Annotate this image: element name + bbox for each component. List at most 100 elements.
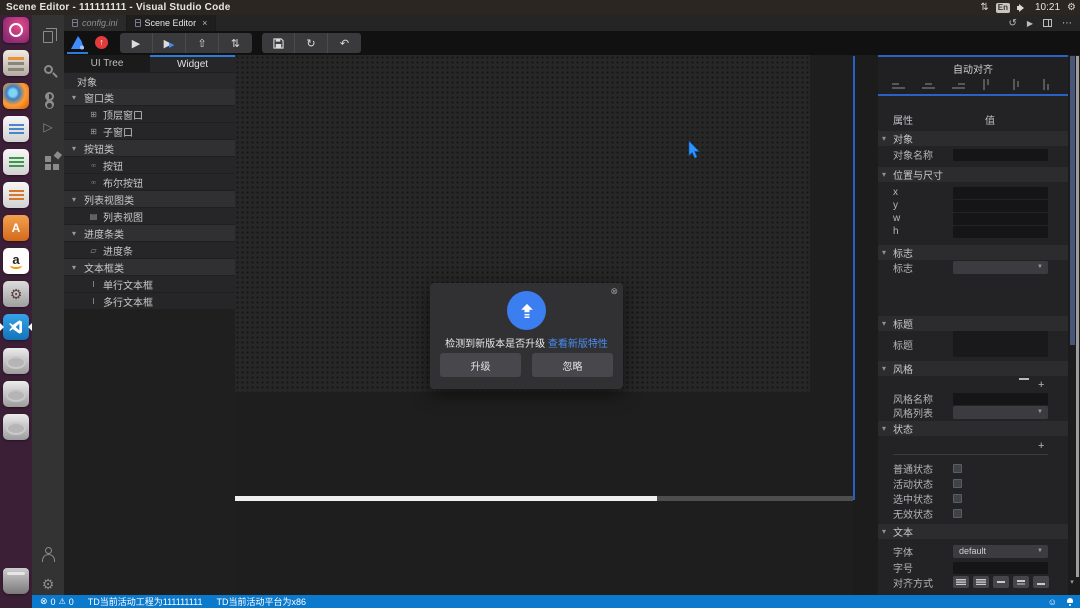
input-method-badge[interactable]: En — [996, 3, 1010, 13]
normal-state-checkbox[interactable] — [953, 464, 962, 473]
align-v-bottom-icon[interactable] — [1041, 79, 1054, 90]
undo-button[interactable]: ↶ — [328, 33, 361, 53]
explorer-icon[interactable] — [32, 23, 64, 51]
network-arrows-icon[interactable]: ⇅ — [980, 2, 988, 13]
more-actions-icon[interactable]: ⋯ — [1062, 18, 1072, 29]
tree-group-progressbars[interactable]: ▾进度条类 — [64, 225, 235, 241]
object-name-input[interactable] — [953, 149, 1048, 161]
disk-drive-icon[interactable] — [3, 381, 29, 407]
tree-item-child-window[interactable]: ⊞子窗口 — [64, 123, 235, 139]
settings-gear-icon[interactable]: ⚙ — [32, 570, 64, 598]
align-h-left-icon[interactable] — [892, 79, 905, 90]
tree-item-single-line-textbox[interactable]: I单行文本框 — [64, 276, 235, 292]
font-size-input[interactable] — [953, 562, 1048, 574]
disk-drive-icon[interactable] — [3, 414, 29, 440]
tree-item-bool-button[interactable]: ▫▫布尔按钮 — [64, 174, 235, 190]
notifications-bell-icon[interactable] — [1066, 598, 1074, 606]
files-icon[interactable] — [3, 50, 29, 76]
source-control-icon[interactable] — [32, 85, 64, 113]
split-editor-icon[interactable] — [1043, 19, 1052, 27]
scene-canvas[interactable]: ⊗ 检测到新版本是否升级 查看新版特性 升级 忽略 — [235, 55, 853, 595]
font-family-select[interactable]: default▼ — [953, 545, 1048, 558]
text-align-top-button[interactable] — [1013, 576, 1029, 588]
tab-config-ini[interactable]: config.ini — [64, 15, 127, 31]
selected-state-checkbox[interactable] — [953, 494, 962, 503]
tree-group-buttons[interactable]: ▾按钮类 — [64, 140, 235, 156]
dialog-close-icon[interactable]: ⊗ — [610, 286, 618, 297]
section-title-group[interactable]: ▾标题 — [878, 316, 1068, 331]
restart-icon[interactable]: ↺ — [1008, 18, 1016, 29]
add-state-button[interactable]: + — [1038, 441, 1044, 452]
add-style-button[interactable]: + — [1038, 380, 1044, 391]
panel-divider[interactable] — [853, 56, 855, 500]
firefox-icon[interactable] — [3, 83, 29, 109]
extensions-icon[interactable] — [32, 143, 64, 171]
run-icon[interactable]: ▶ — [1027, 19, 1033, 28]
scrollbar-down-arrow[interactable]: ▾ — [1068, 578, 1076, 588]
horizontal-scrollbar[interactable] — [235, 496, 853, 501]
text-align-middle-button[interactable] — [993, 576, 1009, 588]
text-align-bottom-button[interactable] — [1033, 576, 1049, 588]
text-align-left-button[interactable] — [953, 576, 969, 588]
align-v-middle-icon[interactable] — [1011, 79, 1024, 90]
disk-drive-icon[interactable] — [3, 348, 29, 374]
problems-indicator[interactable]: ⊗ 0 ⚠ 0 — [40, 596, 74, 607]
tab-widget[interactable]: Widget — [150, 55, 235, 72]
section-position-size[interactable]: ▾位置与尺寸 — [878, 167, 1068, 182]
tree-group-listviews[interactable]: ▾列表视图类 — [64, 191, 235, 207]
trash-icon[interactable] — [3, 568, 29, 594]
style-list-select[interactable]: ▼ — [953, 406, 1048, 419]
ignore-button[interactable]: 忽略 — [532, 353, 613, 377]
title-textarea[interactable] — [953, 331, 1048, 357]
y-input[interactable] — [953, 200, 1048, 212]
volume-icon[interactable] — [1017, 3, 1028, 13]
disabled-state-checkbox[interactable] — [953, 509, 962, 518]
account-icon[interactable] — [32, 540, 64, 568]
section-text[interactable]: ▾文本 — [878, 524, 1068, 539]
tree-item-multi-line-textbox[interactable]: I多行文本框 — [64, 293, 235, 309]
w-input[interactable] — [953, 213, 1048, 225]
debug-run-button[interactable]: ▶▶ — [153, 33, 186, 53]
outer-scrollbar[interactable] — [1076, 56, 1079, 577]
align-h-center-icon[interactable] — [922, 79, 935, 90]
feedback-smiley-icon[interactable]: ☺ — [1048, 597, 1057, 607]
libreoffice-calc-icon[interactable] — [3, 149, 29, 175]
inspector-scrollbar-thumb[interactable] — [1070, 56, 1075, 345]
align-v-top-icon[interactable] — [981, 79, 994, 90]
tree-item-listview[interactable]: ▤列表视图 — [64, 208, 235, 224]
upgrade-button[interactable]: 升级 — [440, 353, 521, 377]
libreoffice-writer-icon[interactable] — [3, 116, 29, 142]
align-h-right-icon[interactable] — [952, 79, 965, 90]
tab-ui-tree[interactable]: UI Tree — [64, 55, 150, 72]
run-debug-icon[interactable]: ▷ — [32, 113, 64, 141]
clock[interactable]: 10:21 — [1035, 2, 1060, 13]
update-badge-icon[interactable]: ↑ — [95, 36, 108, 49]
libreoffice-impress-icon[interactable] — [3, 182, 29, 208]
tree-item-progressbar[interactable]: ▱进度条 — [64, 242, 235, 258]
session-gear-icon[interactable]: ⚙ — [1067, 2, 1076, 13]
text-align-right-button[interactable] — [973, 576, 989, 588]
release-notes-link[interactable]: 查看新版特性 — [548, 339, 608, 350]
vscode-icon[interactable] — [3, 314, 29, 340]
system-settings-icon[interactable] — [3, 281, 29, 307]
tree-group-textboxes[interactable]: ▾文本框类 — [64, 259, 235, 275]
ubuntu-dash-icon[interactable] — [3, 17, 29, 43]
tab-scene-editor[interactable]: Scene Editor × — [127, 15, 217, 31]
amazon-icon[interactable] — [3, 248, 29, 274]
active-project-status[interactable]: TD当前活动工程为111111111 — [88, 595, 203, 608]
section-object[interactable]: ▾对象 — [878, 131, 1068, 146]
flags-select[interactable]: ▼ — [953, 261, 1048, 274]
section-flags[interactable]: ▾标志 — [878, 245, 1068, 260]
tree-root[interactable]: 对象 — [64, 73, 235, 89]
section-style[interactable]: ▾风格 — [878, 361, 1068, 376]
save-button[interactable] — [262, 33, 295, 53]
horizontal-scrollbar-thumb[interactable] — [235, 496, 657, 501]
ubuntu-software-icon[interactable] — [3, 215, 29, 241]
active-state-checkbox[interactable] — [953, 479, 962, 488]
style-name-input[interactable] — [953, 393, 1048, 405]
tree-item-button[interactable]: ▫▫按钮 — [64, 157, 235, 173]
io-sync-button[interactable]: ⇅ — [219, 33, 252, 53]
export-button[interactable]: ⇧ — [186, 33, 219, 53]
refresh-button[interactable]: ↻ — [295, 33, 328, 53]
tab-close-icon[interactable]: × — [202, 18, 207, 28]
